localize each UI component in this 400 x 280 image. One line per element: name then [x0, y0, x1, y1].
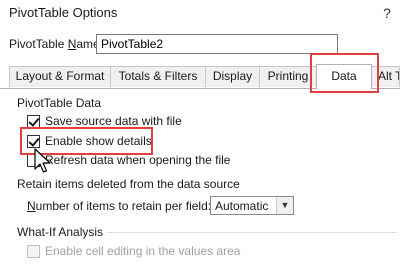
items-to-retain-label: Number of items to retain per field:	[27, 199, 212, 213]
chevron-down-icon[interactable]: ▼	[276, 197, 293, 214]
pivottable-name-row: PivotTable Name:	[0, 34, 400, 56]
enable-cell-editing-label: Enable cell editing in the values area	[45, 244, 241, 258]
enable-show-details-label: Enable show details	[45, 134, 152, 148]
enable-cell-editing-checkbox[interactable]	[27, 245, 40, 258]
pivottable-name-input[interactable]	[96, 34, 338, 54]
tab-strip: Layout & Format Totals & Filters Display…	[0, 64, 400, 89]
enable-show-details-checkbox[interactable]	[27, 135, 40, 148]
items-to-retain-select[interactable]: Automatic ▼	[210, 196, 294, 215]
pivottable-data-heading: PivotTable Data	[17, 96, 102, 110]
save-source-data-option[interactable]: Save source data with file	[27, 114, 227, 130]
pointer-cursor-icon	[34, 148, 51, 173]
retain-items-heading: Retain items deleted from the data sourc…	[17, 177, 240, 191]
tab-display[interactable]: Display	[205, 66, 260, 87]
save-source-data-checkbox[interactable]	[27, 115, 40, 128]
items-to-retain-value: Automatic	[215, 199, 269, 213]
dialog-title: PivotTable Options	[9, 5, 118, 20]
enable-cell-editing-option[interactable]: Enable cell editing in the values area	[27, 244, 257, 260]
tab-layout-format[interactable]: Layout & Format	[9, 66, 111, 87]
what-if-separator	[107, 232, 397, 233]
what-if-heading: What-If Analysis	[17, 225, 104, 239]
tab-printing[interactable]: Printing	[259, 66, 317, 87]
tab-alt-text[interactable]: Alt T	[371, 66, 400, 87]
pivottable-options-dialog: PivotTable Options ? PivotTable Name: La…	[0, 0, 400, 280]
title-bar: PivotTable Options ?	[0, 0, 400, 28]
pivottable-name-label: PivotTable Name:	[9, 37, 104, 51]
tab-totals-filters[interactable]: Totals & Filters	[110, 66, 206, 87]
refresh-on-open-label: Refresh data when opening the file	[45, 153, 231, 167]
refresh-on-open-option[interactable]: Refresh data when opening the file	[27, 153, 267, 169]
save-source-data-label: Save source data with file	[45, 114, 182, 128]
help-button[interactable]: ?	[378, 3, 396, 23]
tab-data[interactable]: Data	[316, 64, 372, 89]
